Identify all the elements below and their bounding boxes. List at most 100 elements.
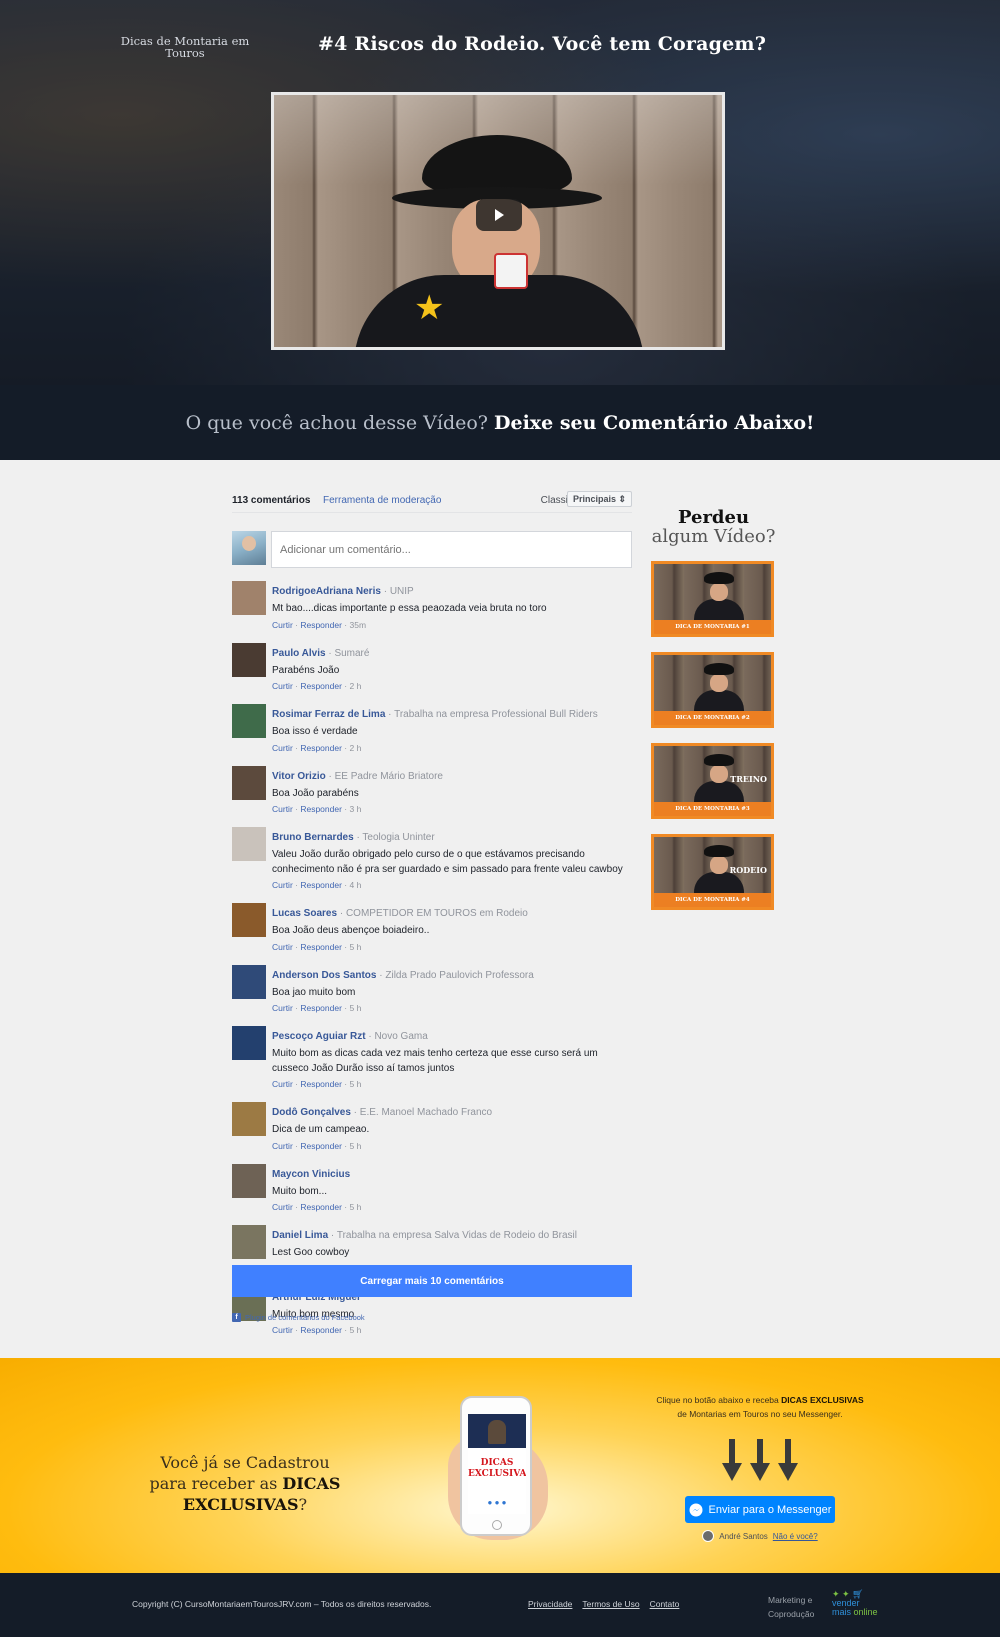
like-link[interactable]: Curtir — [272, 681, 293, 691]
vender-mais-online-logo[interactable]: ✦ ✦ 🛒︎ vender mais online — [832, 1590, 878, 1617]
comment-timestamp[interactable]: 2 h — [350, 681, 362, 691]
like-link[interactable]: Curtir — [272, 804, 293, 814]
reply-link[interactable]: Responder — [300, 1003, 342, 1013]
comment-timestamp[interactable]: 5 h — [350, 1202, 362, 1212]
avatar[interactable] — [232, 1102, 266, 1136]
reply-link[interactable]: Responder — [300, 743, 342, 753]
comment-author[interactable]: Dodô Gonçalves — [272, 1107, 351, 1118]
comment-timestamp[interactable]: 3 h — [350, 804, 362, 814]
comment-actions: Curtir · Responder · 2 h — [272, 743, 632, 753]
cowboy-hat-icon — [704, 754, 734, 766]
thumbnail-face — [710, 674, 728, 692]
avatar[interactable] — [232, 642, 266, 677]
comment-timestamp[interactable]: 4 h — [350, 880, 362, 890]
reply-link[interactable]: Responder — [300, 1325, 342, 1335]
reply-link[interactable]: Responder — [300, 804, 342, 814]
comment-author[interactable]: Pescoço Aguiar Rzt — [272, 1031, 366, 1042]
reply-link[interactable]: Responder — [300, 681, 342, 691]
video-thumbnail-2[interactable]: DICA DE MONTARIA #2 — [651, 652, 774, 728]
signup-question: Você já se Cadastrou para receber as DIC… — [145, 1452, 345, 1515]
like-link[interactable]: Curtir — [272, 1003, 293, 1013]
sidebar-title: Perdeu algum Vídeo? — [651, 508, 776, 546]
comment-author-meta: · Teologia Uninter — [353, 832, 435, 843]
signup-question-mark: ? — [298, 1495, 308, 1514]
footer-link-privacy[interactable]: Privacidade — [528, 1599, 572, 1609]
comment-author[interactable]: Maycon Vinicius — [272, 1169, 350, 1180]
new-comment-row — [232, 531, 632, 581]
comment-author-meta: · Trabalha na empresa Salva Vidas de Rod… — [328, 1230, 578, 1241]
load-more-comments-button[interactable]: Carregar mais 10 comentários — [232, 1265, 632, 1297]
comment-author-meta-text: E.E. Manoel Machado Franco — [359, 1107, 493, 1118]
comment-actions: Curtir · Responder · 5 h — [272, 1202, 632, 1212]
avatar[interactable] — [232, 1163, 266, 1198]
avatar[interactable] — [232, 1225, 266, 1259]
comment-timestamp[interactable]: 35m — [350, 620, 367, 630]
sort-select[interactable]: Principais ⇕ — [566, 491, 632, 507]
comment-timestamp[interactable]: 5 h — [350, 1141, 362, 1151]
facebook-plugin-credit[interactable]: f Plugin de comentários do Facebook — [232, 1313, 365, 1322]
thumbnail-side-label: RODEIO — [729, 865, 767, 875]
separator: · — [341, 1140, 350, 1151]
reply-link[interactable]: Responder — [300, 620, 342, 630]
reply-link[interactable]: Responder — [300, 880, 342, 890]
facebook-icon: f — [232, 1313, 241, 1322]
footer-link-contact[interactable]: Contato — [650, 1599, 680, 1609]
comment-header: Anderson Dos Santos · Zilda Prado Paulov… — [272, 965, 632, 983]
video-thumbnail-1[interactable]: DICA DE MONTARIA #1 — [651, 561, 774, 637]
comment-author-meta-text: Trabalha na empresa Professional Bull Ri… — [394, 709, 598, 720]
sponsor-patch — [494, 253, 528, 289]
play-button[interactable] — [476, 199, 522, 231]
comment-timestamp[interactable]: 5 h — [350, 1003, 362, 1013]
reply-link[interactable]: Responder — [300, 1202, 342, 1212]
comment-input[interactable] — [271, 531, 632, 568]
comment-author[interactable]: Anderson Dos Santos — [272, 970, 376, 981]
like-link[interactable]: Curtir — [272, 880, 293, 890]
video-thumbnail-4[interactable]: RODEIO DICA DE MONTARIA #4 — [651, 834, 774, 910]
like-link[interactable]: Curtir — [272, 620, 293, 630]
reply-link[interactable]: Responder — [300, 1079, 342, 1089]
comment-author[interactable]: Lucas Soares — [272, 908, 337, 919]
hero-section: Dicas de Montaria em Touros #4 Riscos do… — [0, 0, 1000, 385]
avatar[interactable] — [232, 903, 266, 937]
reply-link[interactable]: Responder — [300, 1141, 342, 1151]
comment-author[interactable]: Vitor Orizio — [272, 771, 326, 782]
comment-author[interactable]: Paulo Alvis — [272, 648, 326, 659]
messenger-button-label: Enviar para o Messenger — [708, 1503, 832, 1516]
comment-item: Anderson Dos Santos · Zilda Prado Paulov… — [232, 964, 632, 1013]
brand-logo: Dicas de Montaria em Touros — [120, 34, 250, 60]
footer-link-terms[interactable]: Termos de Uso — [582, 1599, 639, 1609]
separator: · — [341, 880, 350, 890]
like-link[interactable]: Curtir — [272, 1079, 293, 1089]
comment-author[interactable]: Bruno Bernardes — [272, 832, 354, 843]
avatar[interactable] — [232, 1026, 266, 1060]
comment-author[interactable]: Rosimar Ferraz de Lima — [272, 709, 385, 720]
comment-author[interactable]: Daniel Lima — [272, 1230, 328, 1241]
comment-timestamp[interactable]: 5 h — [350, 1079, 362, 1089]
comment-timestamp[interactable]: 5 h — [350, 942, 362, 952]
thumbnail-caption: DICA DE MONTARIA #3 — [654, 802, 771, 816]
video-player[interactable]: ★ — [271, 92, 725, 350]
like-link[interactable]: Curtir — [272, 743, 293, 753]
like-link[interactable]: Curtir — [272, 1325, 293, 1335]
comment-timestamp[interactable]: 2 h — [350, 743, 362, 753]
moderation-tool-link[interactable]: Ferramenta de moderação — [323, 495, 441, 506]
reply-link[interactable]: Responder — [300, 942, 342, 952]
comment-author[interactable]: RodrigoeAdriana Neris — [272, 586, 381, 597]
send-to-messenger-button[interactable]: Enviar para o Messenger — [685, 1496, 835, 1523]
not-you-link[interactable]: Não é você? — [773, 1532, 818, 1541]
like-link[interactable]: Curtir — [272, 1141, 293, 1151]
avatar[interactable] — [232, 964, 266, 999]
like-link[interactable]: Curtir — [272, 942, 293, 952]
video-thumbnail-3[interactable]: TREINO DICA DE MONTARIA #3 — [651, 743, 774, 819]
avatar[interactable] — [232, 704, 266, 738]
avatar[interactable] — [232, 827, 266, 861]
separator: · — [341, 619, 350, 630]
comment-timestamp[interactable]: 5 h — [350, 1325, 362, 1335]
comment-item: RodrigoeAdriana Neris · UNIP Mt bao....di… — [232, 581, 632, 630]
messenger-user-name: André Santos — [719, 1531, 768, 1541]
comment-actions: Curtir · Responder · 5 h — [272, 1003, 632, 1013]
like-link[interactable]: Curtir — [272, 1202, 293, 1212]
header-divider — [232, 512, 632, 513]
avatar[interactable] — [232, 765, 266, 800]
avatar[interactable] — [232, 581, 266, 615]
